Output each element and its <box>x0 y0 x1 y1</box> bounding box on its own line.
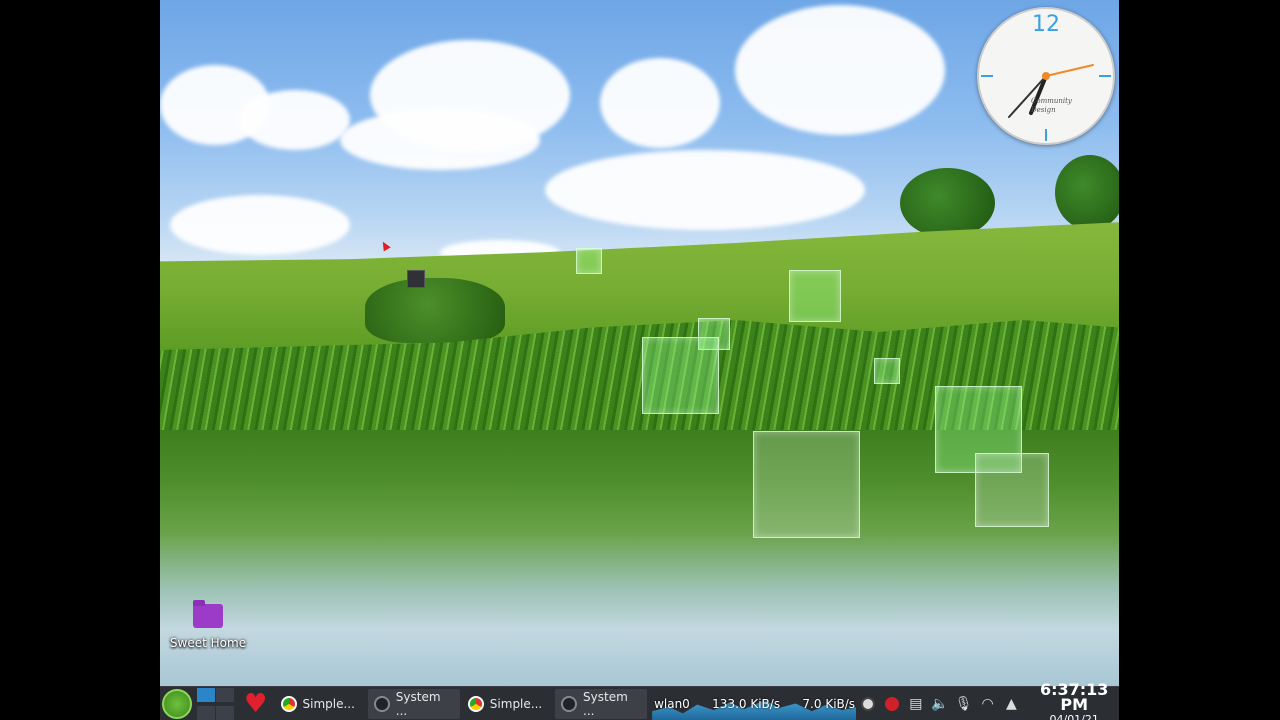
mouse-cursor <box>379 239 391 252</box>
wifi-icon[interactable]: ◠ <box>976 687 1000 720</box>
desktop-icon-label: Sweet Home <box>169 636 247 650</box>
heart-launcher-icon[interactable]: ♥ <box>238 687 274 720</box>
network-monitor-widget[interactable]: wlan0 133.0 KiB/s 7.0 KiB/s <box>652 688 857 720</box>
task-system-1[interactable]: System ... <box>368 689 460 719</box>
microphone-icon[interactable]: 🎙 <box>952 687 976 720</box>
digital-clock[interactable]: 6:37:13 PM 04/01/21 <box>1029 679 1119 720</box>
tray-expand-icon[interactable]: ▲ <box>1000 687 1024 720</box>
desktop-icon-sweet-home[interactable]: Sweet Home <box>168 600 248 650</box>
record-icon[interactable] <box>880 687 904 720</box>
update-icon[interactable] <box>856 687 880 720</box>
network-up-rate: 7.0 KiB/s <box>802 697 856 711</box>
task-simple-1[interactable]: Simple... <box>275 689 367 719</box>
clock-brand: Community Design <box>1031 97 1072 114</box>
clipboard-icon[interactable]: ▤ <box>904 687 928 720</box>
analog-clock-widget[interactable]: 12 Community Design <box>977 7 1115 145</box>
application-launcher-button[interactable] <box>160 687 194 720</box>
terminal-icon <box>374 696 390 712</box>
clock-date: 04/01/21 <box>1049 712 1099 720</box>
clock-hands <box>981 64 1111 141</box>
window-icon[interactable] <box>407 270 425 288</box>
task-simple-2[interactable]: Simple... <box>462 689 554 719</box>
virtual-desktop-pager[interactable] <box>194 687 238 720</box>
chrome-icon <box>280 696 297 712</box>
taskbar: ♥ Simple... System ... Simple... System … <box>160 681 1119 720</box>
network-interface: wlan0 <box>654 697 690 711</box>
task-system-2[interactable]: System ... <box>555 689 648 719</box>
pager-desktop-1[interactable] <box>197 688 216 703</box>
task-label: System ... <box>395 690 441 718</box>
chrome-icon <box>467 696 484 712</box>
pager-desktop-4[interactable] <box>216 705 235 720</box>
clock-time: 6:37:13 PM <box>1039 679 1109 714</box>
pager-desktop-2[interactable] <box>216 688 235 703</box>
pager-desktop-3[interactable] <box>197 705 216 720</box>
task-label: Simple... <box>302 697 355 711</box>
wallpaper: 12 Community Design Sweet Home <box>160 0 1119 686</box>
desktop-screen: 12 Community Design Sweet Home ♥ Simple.… <box>160 0 1119 720</box>
folder-icon <box>193 600 223 628</box>
task-label: Simple... <box>489 697 543 711</box>
terminal-icon <box>561 696 578 712</box>
network-down-rate: 133.0 KiB/s <box>712 697 781 711</box>
opensuse-logo-icon <box>161 689 192 719</box>
task-label: System ... <box>583 690 628 718</box>
volume-icon[interactable]: 🔈 <box>928 687 952 720</box>
